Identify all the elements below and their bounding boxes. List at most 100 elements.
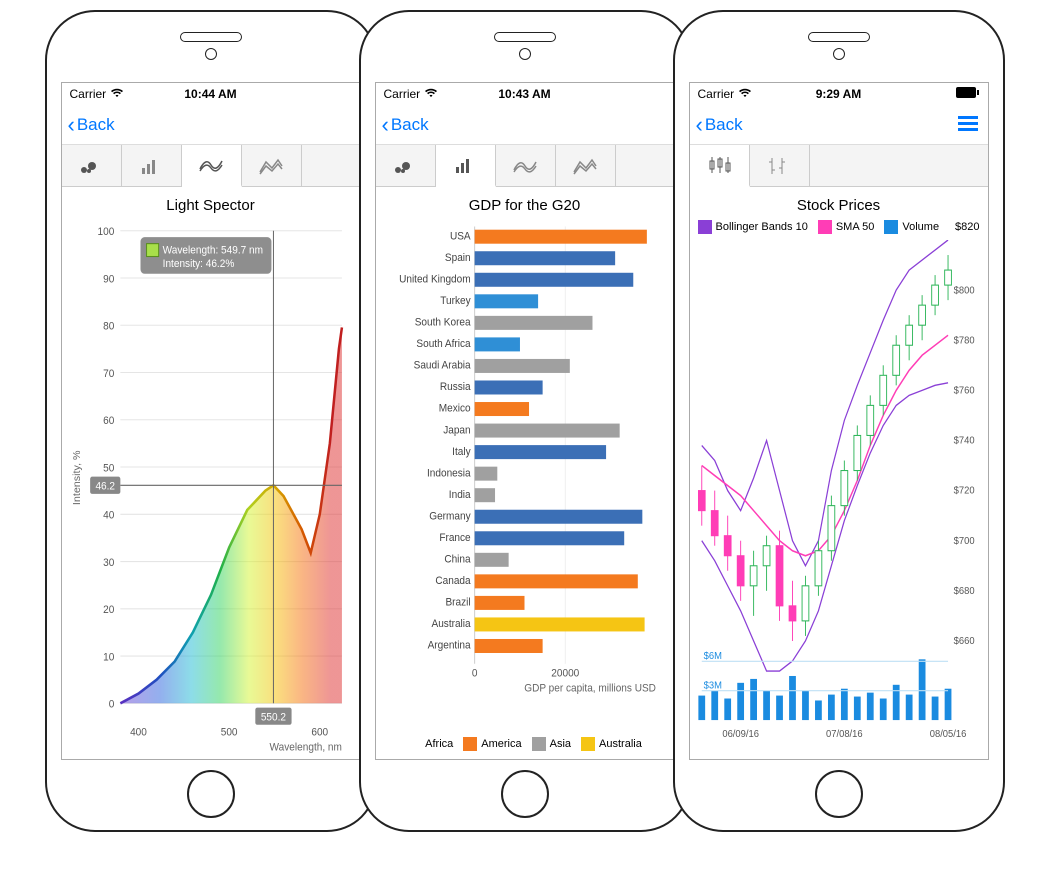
carrier-label: Carrier: [70, 87, 164, 101]
tab-line-chart[interactable]: [496, 145, 556, 186]
swatch-icon: [532, 737, 546, 751]
swatch-icon: [884, 220, 898, 234]
svg-text:0: 0: [471, 668, 477, 679]
tab-area-chart[interactable]: [242, 145, 302, 186]
svg-text:United Kingdom: United Kingdom: [399, 274, 471, 285]
svg-text:Germany: Germany: [429, 511, 471, 522]
svg-text:Spain: Spain: [444, 253, 470, 264]
phone-1: Carrier 10:44 AM ‹ Back Light Spector: [45, 10, 377, 832]
svg-text:$760: $760: [953, 385, 974, 397]
back-label: Back: [391, 115, 429, 135]
light-spector-plot[interactable]: 0 10 20 30 40 50 60 70 80 90 100: [70, 220, 352, 757]
legend-item: Asia: [532, 737, 571, 751]
phone-3: Carrier 9:29 AM ‹ Back: [673, 10, 1005, 832]
svg-text:China: China: [444, 554, 470, 565]
svg-text:07/08/16: 07/08/16: [826, 729, 863, 741]
tab-bar-chart[interactable]: [436, 145, 496, 187]
carrier-label: Carrier: [698, 87, 792, 101]
svg-text:30: 30: [103, 558, 114, 569]
svg-text:60: 60: [103, 416, 114, 427]
legend-item: Volume: [884, 220, 939, 234]
chevron-left-icon: ‹: [696, 114, 703, 136]
svg-text:$3M: $3M: [703, 680, 721, 692]
svg-text:100: 100: [97, 227, 114, 238]
screen-3: Carrier 9:29 AM ‹ Back: [689, 82, 989, 760]
stock-plot[interactable]: $800$780$760$740$720$700$680$660$6M$3M06…: [698, 240, 980, 757]
svg-text:Brazil: Brazil: [445, 597, 470, 608]
svg-text:20000: 20000: [551, 668, 579, 679]
svg-text:Turkey: Turkey: [440, 296, 471, 307]
gdp-plot[interactable]: USA Spain United Kingdom Turkey South Korea S…: [384, 220, 666, 737]
svg-text:500: 500: [220, 727, 237, 738]
home-button[interactable]: [187, 770, 235, 818]
legend-item: Africa: [407, 737, 453, 751]
tooltip: Wavelength: 549.7 nm Intensity: 46.2%: [140, 237, 271, 274]
svg-text:06/09/16: 06/09/16: [722, 729, 759, 741]
svg-text:46.2: 46.2: [95, 481, 115, 492]
svg-text:USA: USA: [449, 231, 470, 242]
swatch-icon: [698, 220, 712, 234]
carrier-label: Carrier: [384, 87, 478, 101]
chart-title: GDP for the G20: [384, 197, 666, 214]
status-bar: Carrier 10:43 AM: [376, 83, 674, 105]
svg-text:Intensity: 46.2%: Intensity: 46.2%: [162, 259, 234, 270]
back-button[interactable]: ‹ Back: [696, 114, 743, 136]
carrier-text: Carrier: [698, 87, 735, 101]
stock-legend: Bollinger Bands 10 SMA 50 Volume $820: [698, 220, 980, 234]
tab-ohlc[interactable]: [750, 145, 810, 186]
svg-text:GDP per capita, millions USD: GDP per capita, millions USD: [524, 683, 656, 694]
legend-price-tick: $820: [955, 220, 979, 234]
status-right: [886, 87, 980, 101]
svg-text:90: 90: [103, 274, 114, 285]
back-button[interactable]: ‹ Back: [382, 114, 429, 136]
back-label: Back: [705, 115, 743, 135]
swatch-icon: [581, 737, 595, 751]
status-time: 9:29 AM: [792, 87, 886, 101]
svg-text:$660: $660: [953, 636, 974, 648]
swatch-icon: [818, 220, 832, 234]
chart-title: Light Spector: [70, 197, 352, 214]
chevron-left-icon: ‹: [382, 114, 389, 136]
tab-candlestick[interactable]: [690, 145, 750, 187]
chart-title: Stock Prices: [698, 197, 980, 214]
gdp-legend: Africa America Asia Australia: [384, 737, 666, 751]
chart-area-1: Light Spector: [62, 187, 360, 759]
status-time: 10:44 AM: [164, 87, 258, 101]
home-button[interactable]: [501, 770, 549, 818]
status-bar: Carrier 9:29 AM: [690, 83, 988, 105]
svg-text:India: India: [448, 490, 470, 501]
back-button[interactable]: ‹ Back: [68, 114, 115, 136]
svg-text:$680: $680: [953, 586, 974, 598]
menu-button[interactable]: [958, 112, 982, 138]
svg-text:0: 0: [108, 699, 114, 710]
legend-item: Bollinger Bands 10: [698, 220, 808, 234]
tab-bar-chart[interactable]: [122, 145, 182, 186]
svg-text:$740: $740: [953, 435, 974, 447]
chart-area-2: GDP for the G20 USA Spain United Kingdom Tu…: [376, 187, 674, 759]
home-button[interactable]: [815, 770, 863, 818]
svg-text:South Korea: South Korea: [414, 317, 470, 328]
svg-text:70: 70: [103, 369, 114, 380]
svg-text:Japan: Japan: [443, 425, 471, 436]
nav-bar: ‹ Back: [690, 105, 988, 145]
svg-text:600: 600: [311, 727, 328, 738]
swatch-icon: [463, 737, 477, 751]
phone-2: Carrier 10:43 AM ‹ Back GDP for the G20 …: [359, 10, 691, 832]
svg-text:550.2: 550.2: [260, 712, 285, 723]
tab-bar: [62, 145, 360, 187]
status-time: 10:43 AM: [478, 87, 572, 101]
svg-text:40: 40: [103, 510, 114, 521]
battery-icon: [956, 87, 980, 101]
legend-item: America: [463, 737, 521, 751]
svg-text:$800: $800: [953, 285, 974, 297]
svg-text:Saudi Arabia: Saudi Arabia: [413, 360, 470, 371]
svg-text:France: France: [439, 533, 470, 544]
svg-text:Wavelength: 549.7 nm: Wavelength: 549.7 nm: [162, 245, 262, 256]
legend-item: SMA 50: [818, 220, 875, 234]
tab-area-chart[interactable]: [556, 145, 616, 186]
tab-line-chart[interactable]: [182, 145, 242, 187]
svg-text:$700: $700: [953, 535, 974, 547]
tab-bubble[interactable]: [376, 145, 436, 186]
svg-text:$780: $780: [953, 335, 974, 347]
tab-bubble[interactable]: [62, 145, 122, 186]
